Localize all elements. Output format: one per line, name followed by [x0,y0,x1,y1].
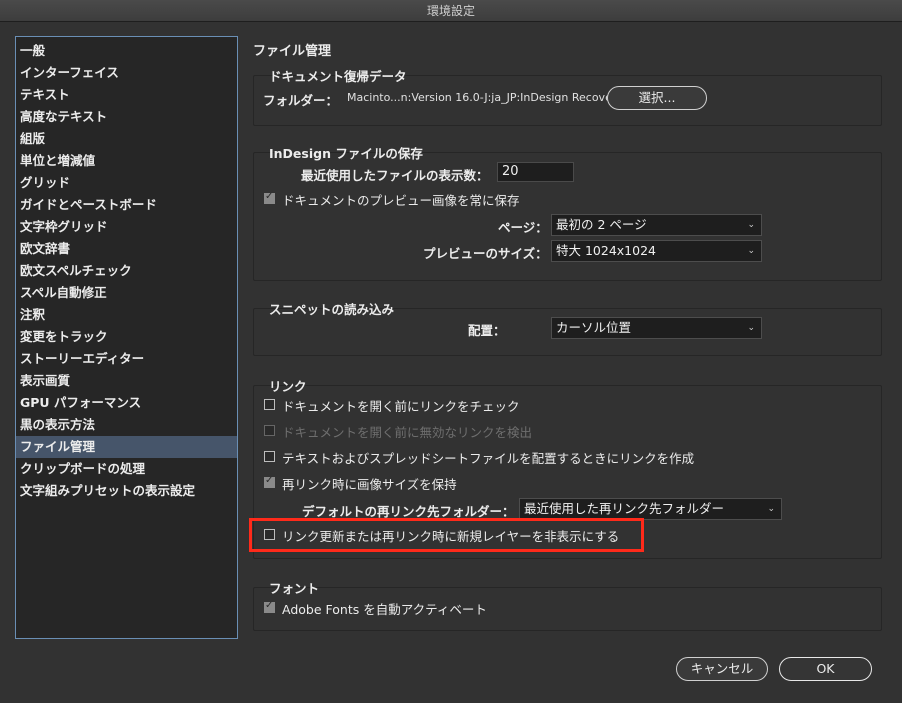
chevron-down-icon: ⌄ [747,246,755,256]
auto-activate-fonts-checkbox[interactable] [264,600,275,613]
preview-checkbox-label: ドキュメントのプレビュー画像を常に保存 [282,193,520,208]
pages-label: ページ： [498,220,548,235]
folder-path: Macinto...n:Version 16.0-J:ja_JP:InDesig… [347,91,623,104]
folder-label: フォルダー： [263,93,339,108]
default-relink-folder-select[interactable]: 最近使用した再リンク先フォルダー ⌄ [519,498,782,520]
check-links-checkbox[interactable] [264,399,275,410]
place-label: 配置： [468,323,506,338]
sidebar-item-notes[interactable]: 注釈 [16,304,237,326]
sidebar-item-dictionary[interactable]: 欧文辞書 [16,238,237,260]
sidebar-item-display[interactable]: 表示画質 [16,370,237,392]
sidebar-item-file-handling[interactable]: ファイル管理 [16,436,237,458]
sidebar-item-black[interactable]: 黒の表示方法 [16,414,237,436]
preview-size-select-value: 特大 1024x1024 [556,243,656,258]
sidebar-item-advanced-text[interactable]: 高度なテキスト [16,106,237,128]
sidebar-item-general[interactable]: 一般 [16,40,237,62]
highlight-annotation [249,518,644,552]
cancel-button[interactable]: キャンセル [676,657,768,681]
sidebar-item-autocorrect[interactable]: スペル自動修正 [16,282,237,304]
chevron-down-icon: ⌄ [747,220,755,230]
sidebar-item-frame-grid[interactable]: 文字枠グリッド [16,216,237,238]
sidebar-item-guides[interactable]: ガイドとペーストボード [16,194,237,216]
chevron-down-icon: ⌄ [767,504,775,514]
sidebar-item-clipboard[interactable]: クリップボードの処理 [16,458,237,480]
sidebar-item-spelling[interactable]: 欧文スペルチェック [16,260,237,282]
check-links-label: ドキュメントを開く前にリンクをチェック [282,399,520,414]
pages-select-value: 最初の 2 ページ [556,217,647,232]
recovery-group-title: ドキュメント復帰データ [269,69,407,84]
sidebar-item-track-changes[interactable]: 変更をトラック [16,326,237,348]
place-select[interactable]: カーソル位置 ⌄ [551,317,762,339]
sidebar-item-grids[interactable]: グリッド [16,172,237,194]
sidebar-item-interface[interactable]: インターフェイス [16,62,237,84]
preserve-size-checkbox[interactable] [264,475,275,488]
recent-files-label: 最近使用したファイルの表示数： [301,168,489,183]
place-select-value: カーソル位置 [556,320,632,335]
category-list[interactable]: 一般 インターフェイス テキスト 高度なテキスト 組版 単位と増減値 グリッド … [15,36,238,639]
sidebar-item-mojikumi[interactable]: 文字組みプリセットの表示設定 [16,480,237,502]
find-missing-label: ドキュメントを開く前に無効なリンクを検出 [282,425,533,440]
sidebar-item-units[interactable]: 単位と増減値 [16,150,237,172]
preview-size-label: プレビューのサイズ： [423,246,548,261]
save-group-title: InDesign ファイルの保存 [269,146,423,161]
preserve-size-label: 再リンク時に画像サイズを保持 [282,477,457,492]
create-links-label: テキストおよびスプレッドシートファイルを配置するときにリンクを作成 [282,451,695,466]
links-group-title: リンク [269,379,307,394]
find-missing-checkbox[interactable] [264,425,275,436]
preview-checkbox[interactable] [264,191,275,204]
recent-files-input[interactable]: 20 [497,162,574,182]
window-title: 環境設定 [0,0,902,22]
default-relink-folder-value: 最近使用した再リンク先フォルダー [524,501,725,516]
sidebar-item-story-editor[interactable]: ストーリーエディター [16,348,237,370]
chevron-down-icon: ⌄ [747,323,755,333]
sidebar-item-gpu[interactable]: GPU パフォーマンス [16,392,237,414]
ok-button[interactable]: OK [779,657,872,681]
choose-folder-button[interactable]: 選択... [607,86,707,110]
page-title: ファイル管理 [253,44,332,59]
auto-activate-fonts-label: Adobe Fonts を自動アクティベート [282,602,487,617]
sidebar-item-text[interactable]: テキスト [16,84,237,106]
pages-select[interactable]: 最初の 2 ページ ⌄ [551,214,762,236]
snippet-group-title: スニペットの読み込み [269,302,395,317]
create-links-checkbox[interactable] [264,451,275,462]
preview-size-select[interactable]: 特大 1024x1024 ⌄ [551,240,762,262]
fonts-group-title: フォント [269,581,320,596]
sidebar-item-composition[interactable]: 組版 [16,128,237,150]
